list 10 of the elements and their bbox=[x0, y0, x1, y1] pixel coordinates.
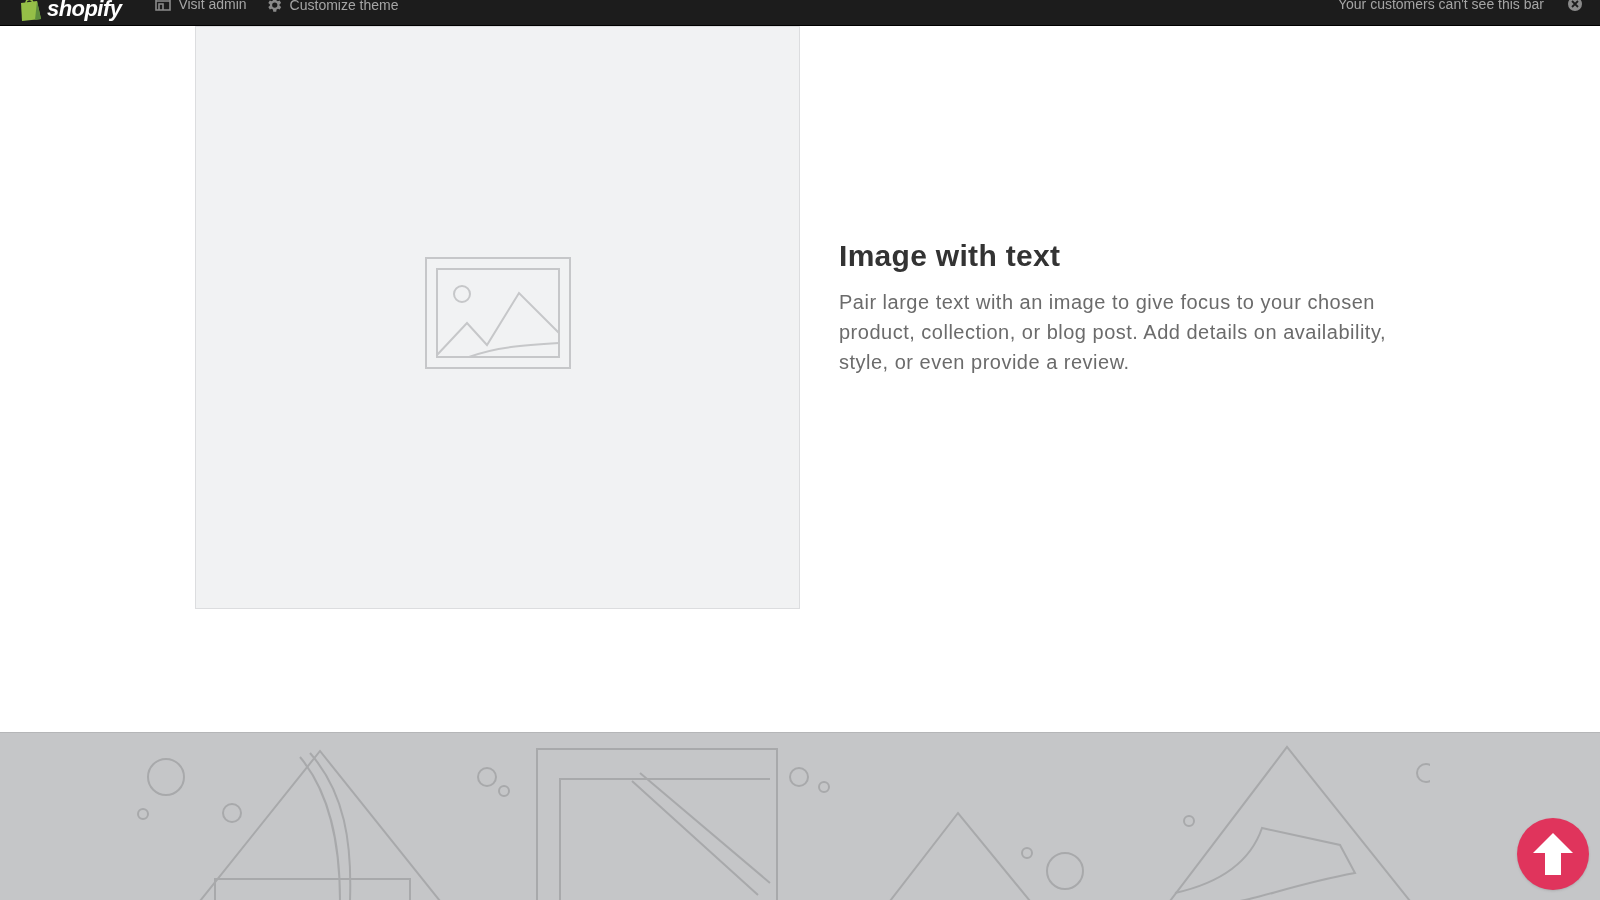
arrow-up-icon bbox=[1531, 831, 1575, 877]
admin-bar-link[interactable]: Customize theme bbox=[264, 0, 399, 14]
logo-text: shopify bbox=[47, 0, 122, 22]
scroll-up-button[interactable] bbox=[1517, 818, 1589, 890]
image-icon bbox=[424, 256, 571, 369]
store-icon bbox=[155, 0, 172, 11]
shopping-bag-icon bbox=[18, 0, 44, 21]
section-body: Pair large text with an image to give focus to your chosen product, collection, or blog post. Add details on availability, style, or even provide a review. bbox=[839, 289, 1387, 375]
close-button[interactable] bbox=[1568, 0, 1582, 11]
section-heading: Image with text bbox=[839, 237, 1062, 274]
